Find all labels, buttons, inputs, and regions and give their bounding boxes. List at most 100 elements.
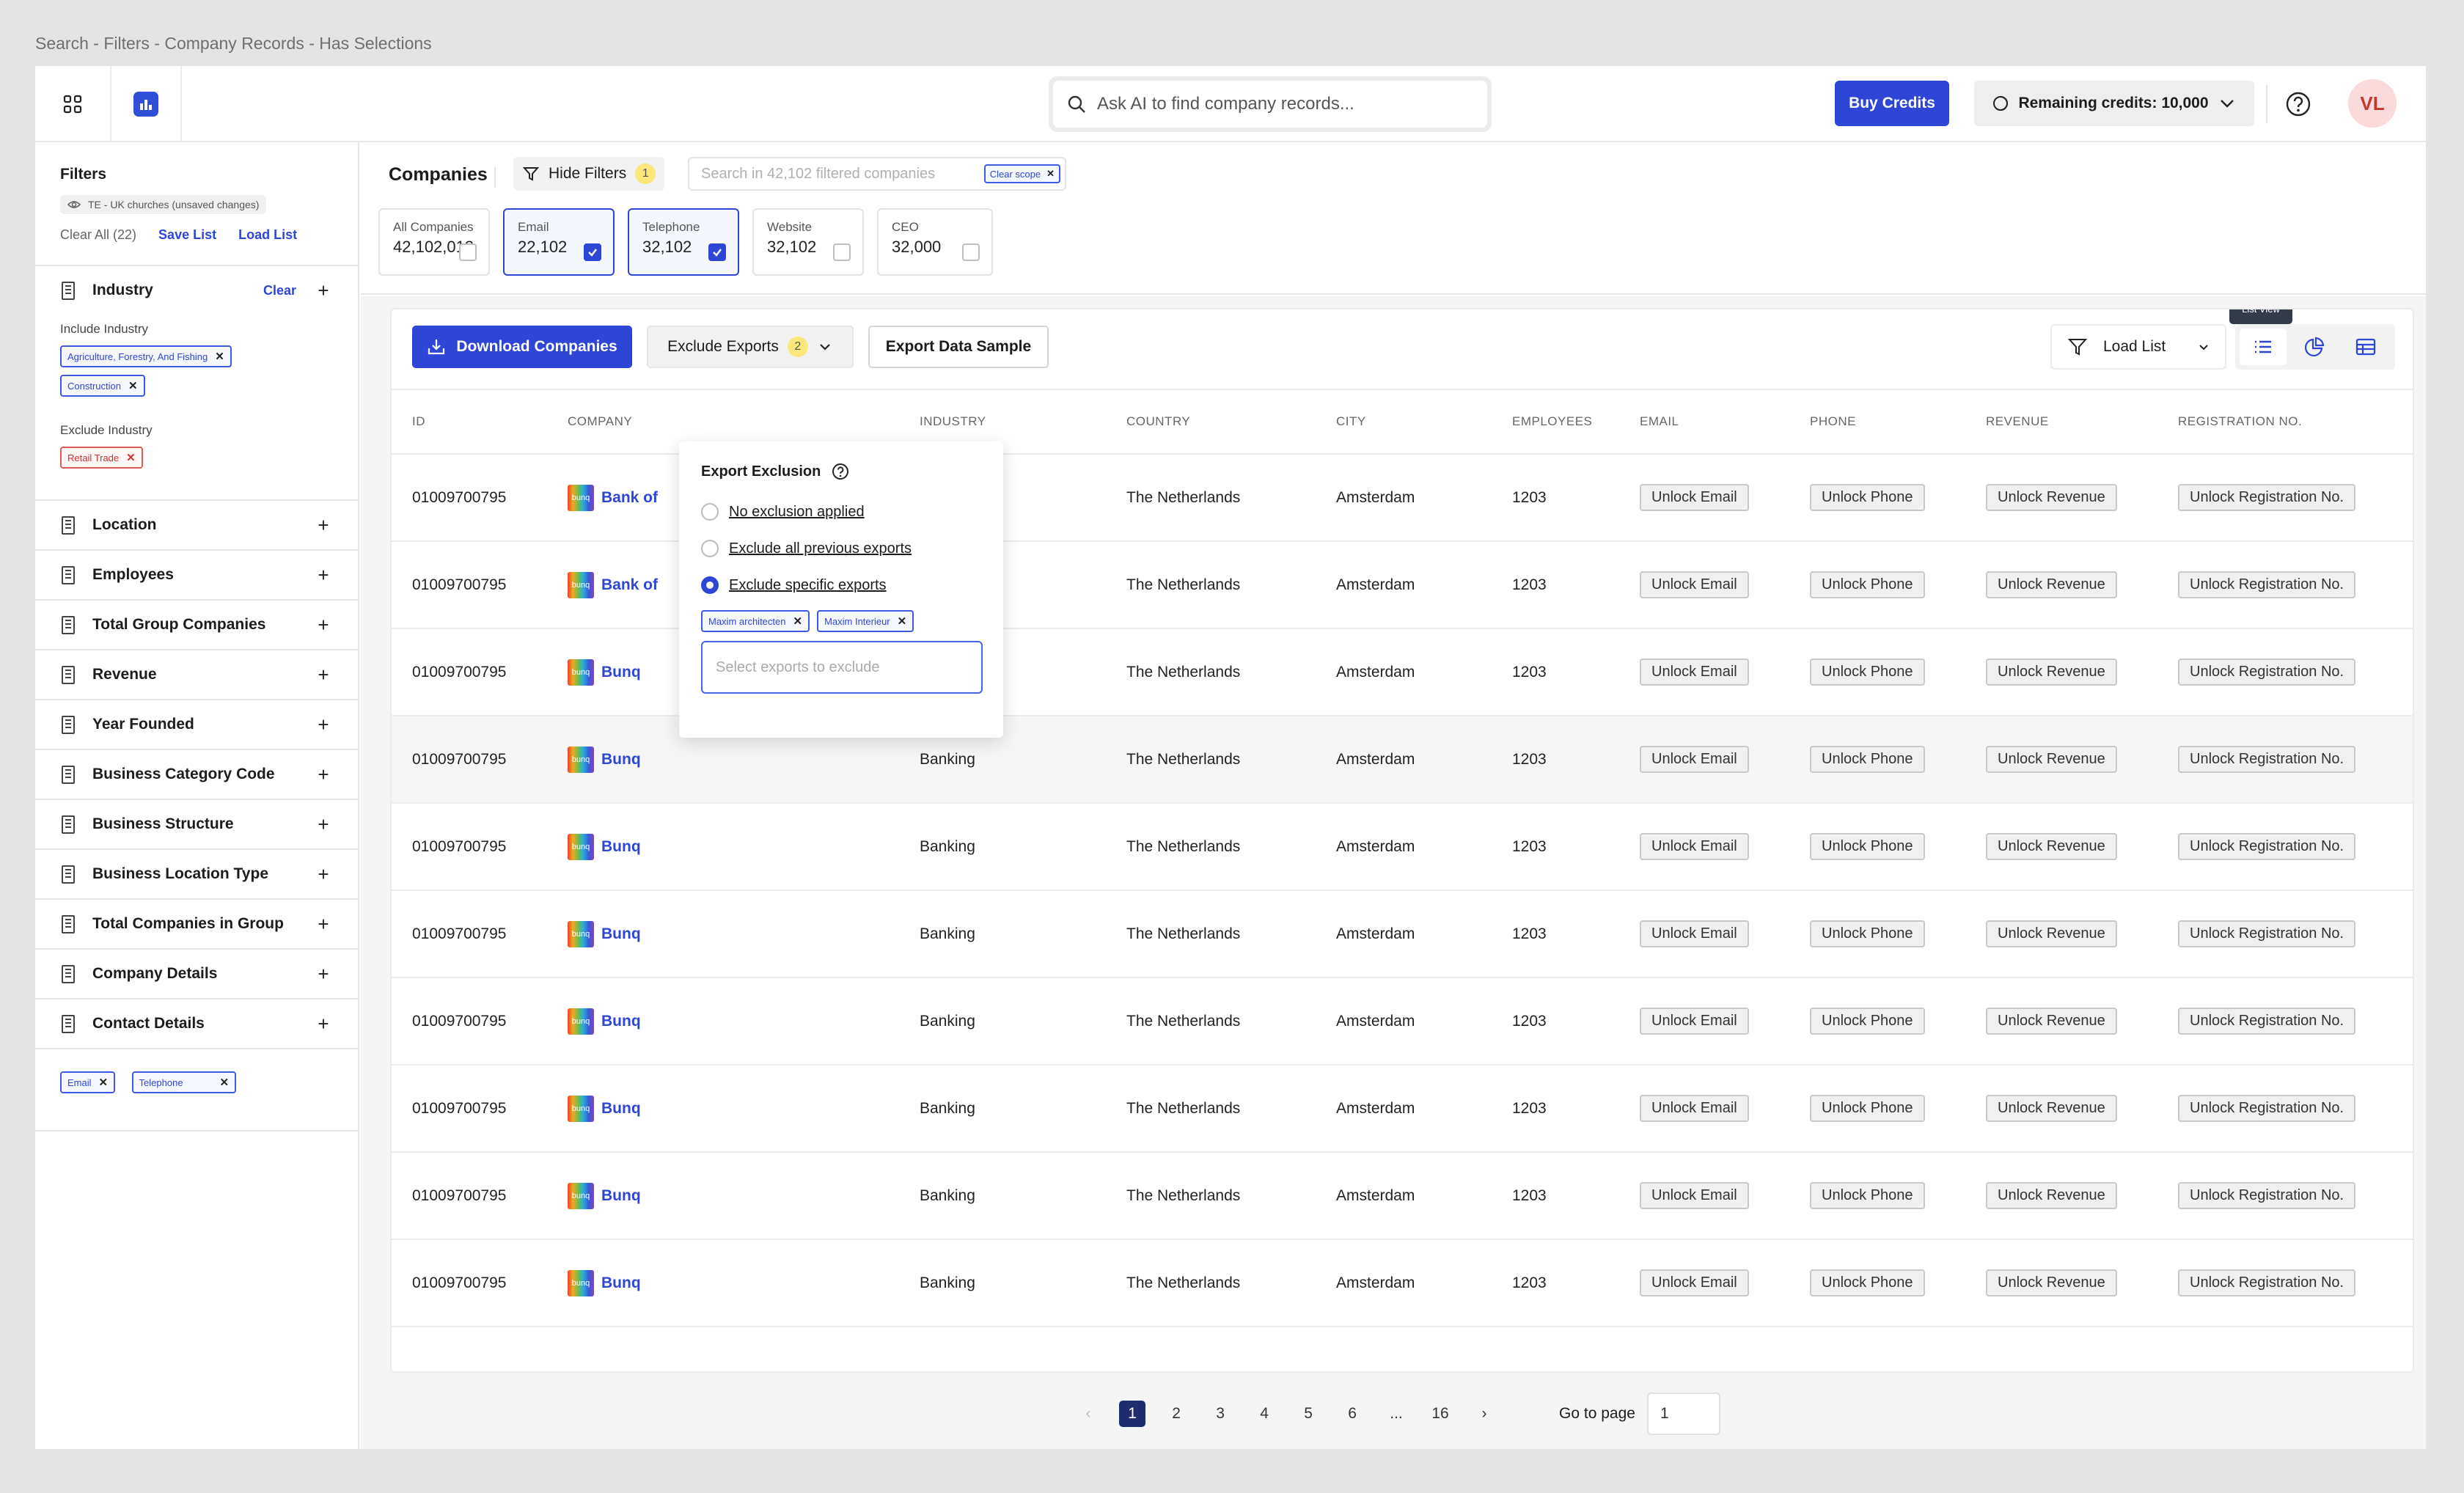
unlock-revenue-button[interactable]: Unlock Revenue bbox=[1986, 1269, 2117, 1296]
plus-icon[interactable]: + bbox=[314, 863, 333, 886]
unlock-revenue-button[interactable]: Unlock Revenue bbox=[1986, 746, 2117, 773]
load-list-button[interactable]: Load List bbox=[238, 227, 297, 243]
sidebar-section-employees[interactable]: Employees + bbox=[35, 549, 358, 599]
page-number[interactable]: 5 bbox=[1286, 1405, 1330, 1423]
table-row[interactable]: 01009700795 bunq Bunq BankingThe Netherland… bbox=[392, 890, 2413, 978]
unlock-registration-button[interactable]: Unlock Registration No. bbox=[2178, 1008, 2356, 1035]
app-logo[interactable] bbox=[111, 66, 182, 142]
unlock-registration-button[interactable]: Unlock Registration No. bbox=[2178, 1095, 2356, 1122]
unlock-revenue-button[interactable]: Unlock Revenue bbox=[1986, 920, 2117, 947]
unlock-revenue-button[interactable]: Unlock Revenue bbox=[1986, 659, 2117, 686]
unlock-registration-button[interactable]: Unlock Registration No. bbox=[2178, 746, 2356, 773]
clear-scope-button[interactable]: Clear scope ✕ bbox=[983, 164, 1060, 183]
unlock-registration-button[interactable]: Unlock Registration No. bbox=[2178, 920, 2356, 947]
plus-icon[interactable]: + bbox=[314, 664, 333, 686]
plus-icon[interactable]: + bbox=[314, 564, 333, 587]
page-number[interactable]: 6 bbox=[1330, 1405, 1374, 1423]
company-link[interactable]: Bunq bbox=[601, 1274, 641, 1292]
sidebar-section-revenue[interactable]: Revenue + bbox=[35, 649, 358, 699]
stat-card-telephone[interactable]: Telephone 32,102 bbox=[628, 208, 739, 276]
sidebar-section-total-companies-in-group[interactable]: Total Companies in Group + bbox=[35, 898, 358, 948]
unlock-phone-button[interactable]: Unlock Phone bbox=[1810, 920, 1925, 947]
unlock-registration-button[interactable]: Unlock Registration No. bbox=[2178, 1269, 2356, 1296]
page-number[interactable]: 1 bbox=[1119, 1401, 1146, 1427]
company-link[interactable]: Bunq bbox=[601, 1100, 641, 1118]
column-header[interactable]: COUNTRY bbox=[1106, 389, 1316, 455]
page-number[interactable]: 3 bbox=[1198, 1405, 1242, 1423]
unlock-phone-button[interactable]: Unlock Phone bbox=[1810, 571, 1925, 598]
unlock-email-button[interactable]: Unlock Email bbox=[1640, 1182, 1749, 1209]
unlock-revenue-button[interactable]: Unlock Revenue bbox=[1986, 1095, 2117, 1122]
plus-icon[interactable]: + bbox=[314, 913, 333, 936]
company-link[interactable]: Bunq bbox=[601, 664, 641, 681]
unlock-email-button[interactable]: Unlock Email bbox=[1640, 571, 1749, 598]
company-link[interactable]: Bunq bbox=[601, 838, 641, 856]
unlock-phone-button[interactable]: Unlock Phone bbox=[1810, 1095, 1925, 1122]
export-data-sample-button[interactable]: Export Data Sample bbox=[868, 326, 1049, 368]
plus-icon[interactable]: + bbox=[314, 963, 333, 986]
unlock-registration-button[interactable]: Unlock Registration No. bbox=[2178, 1182, 2356, 1209]
sidebar-section-contact-details[interactable]: Contact Details + bbox=[35, 998, 358, 1048]
table-row[interactable]: 01009700795 bunq Bunq BankingThe Netherland… bbox=[392, 977, 2413, 1065]
unlock-phone-button[interactable]: Unlock Phone bbox=[1810, 833, 1925, 860]
stat-checkbox[interactable] bbox=[962, 243, 980, 261]
sidebar-section-total-group-companies[interactable]: Total Group Companies + bbox=[35, 599, 358, 649]
close-icon[interactable]: ✕ bbox=[793, 615, 802, 628]
unlock-phone-button[interactable]: Unlock Phone bbox=[1810, 1008, 1925, 1035]
contact-tag[interactable]: Email ✕ bbox=[60, 1071, 116, 1093]
unlock-registration-button[interactable]: Unlock Registration No. bbox=[2178, 571, 2356, 598]
hide-filters-button[interactable]: Hide Filters 1 bbox=[513, 157, 665, 191]
column-header[interactable]: REVENUE bbox=[1965, 389, 2157, 455]
unlock-revenue-button[interactable]: Unlock Revenue bbox=[1986, 484, 2117, 511]
radio-button[interactable] bbox=[701, 576, 719, 594]
stat-checkbox[interactable] bbox=[584, 243, 601, 261]
plus-icon[interactable]: + bbox=[314, 714, 333, 736]
company-link[interactable]: Bank of bbox=[601, 489, 658, 507]
column-header[interactable]: PHONE bbox=[1789, 389, 1965, 455]
table-view-button[interactable] bbox=[2342, 329, 2389, 365]
company-link[interactable]: Bunq bbox=[601, 1013, 641, 1030]
industry-tag[interactable]: Agriculture, Forestry, And Fishing ✕ bbox=[60, 345, 232, 367]
stat-checkbox[interactable] bbox=[459, 243, 477, 261]
unlock-registration-button[interactable]: Unlock Registration No. bbox=[2178, 833, 2356, 860]
company-link[interactable]: Bunq bbox=[601, 1187, 641, 1205]
plus-icon[interactable]: + bbox=[314, 1013, 333, 1035]
company-link[interactable]: Bunq bbox=[601, 925, 641, 943]
filtered-search-input[interactable] bbox=[701, 165, 977, 183]
stat-checkbox[interactable] bbox=[833, 243, 851, 261]
exclude-exports-button[interactable]: Exclude Exports 2 bbox=[647, 326, 854, 368]
unlock-phone-button[interactable]: Unlock Phone bbox=[1810, 1182, 1925, 1209]
buy-credits-button[interactable]: Buy Credits bbox=[1835, 81, 1949, 126]
ai-search-input[interactable] bbox=[1097, 94, 1487, 114]
sidebar-section-business-structure[interactable]: Business Structure + bbox=[35, 799, 358, 848]
close-icon[interactable]: ✕ bbox=[898, 615, 907, 628]
plus-icon[interactable]: + bbox=[314, 514, 333, 537]
exclusion-option[interactable]: No exclusion applied bbox=[701, 503, 981, 521]
sidebar-section-business-location-type[interactable]: Business Location Type + bbox=[35, 848, 358, 898]
plus-icon[interactable]: + bbox=[314, 763, 333, 786]
unlock-phone-button[interactable]: Unlock Phone bbox=[1810, 1269, 1925, 1296]
excluded-industry-tag[interactable]: Retail Trade ✕ bbox=[60, 447, 143, 469]
clear-all-button[interactable]: Clear All (22) bbox=[60, 227, 136, 243]
stat-card-ceo[interactable]: CEO 32,000 bbox=[877, 208, 993, 276]
unlock-email-button[interactable]: Unlock Email bbox=[1640, 920, 1749, 947]
close-icon[interactable]: ✕ bbox=[128, 379, 138, 392]
unlock-registration-button[interactable]: Unlock Registration No. bbox=[2178, 484, 2356, 511]
apps-grid-button[interactable] bbox=[35, 66, 111, 142]
chevron-right-icon[interactable]: › bbox=[1462, 1405, 1506, 1423]
chevron-left-icon[interactable]: ‹ bbox=[1066, 1405, 1110, 1423]
unlock-email-button[interactable]: Unlock Email bbox=[1640, 833, 1749, 860]
column-header[interactable]: CITY bbox=[1316, 389, 1492, 455]
radio-button[interactable] bbox=[701, 503, 719, 521]
industry-tag[interactable]: Construction ✕ bbox=[60, 375, 145, 397]
company-link[interactable]: Bank of bbox=[601, 576, 658, 594]
download-companies-button[interactable]: Download Companies bbox=[412, 326, 632, 368]
column-header[interactable]: EMPLOYEES bbox=[1492, 389, 1619, 455]
close-icon[interactable]: ✕ bbox=[220, 1076, 230, 1089]
help-icon[interactable] bbox=[831, 462, 850, 481]
export-tag[interactable]: Maxim Interieur ✕ bbox=[817, 610, 914, 632]
sidebar-section-business-category-code[interactable]: Business Category Code + bbox=[35, 749, 358, 799]
stat-card-email[interactable]: Email 22,102 bbox=[503, 208, 615, 276]
credits-dropdown[interactable]: Remaining credits: 10,000 bbox=[1974, 81, 2254, 126]
table-row[interactable]: 01009700795 bunq Bunq BankingThe Netherland… bbox=[392, 1152, 2413, 1240]
